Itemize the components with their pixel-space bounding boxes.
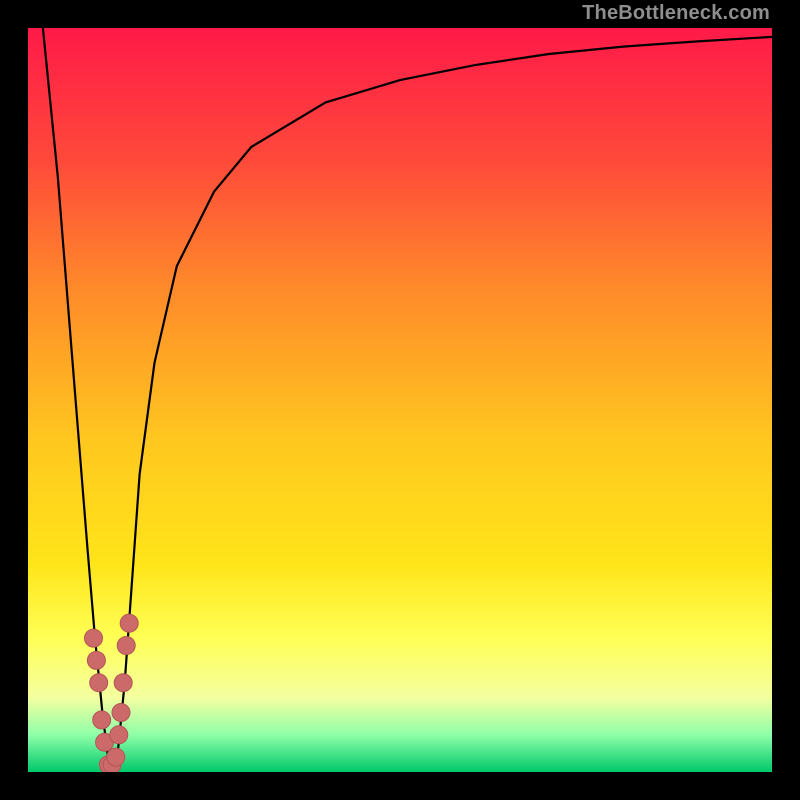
marker-point bbox=[87, 651, 105, 669]
marker-point bbox=[117, 637, 135, 655]
bottleneck-curve bbox=[28, 28, 772, 772]
marker-point bbox=[114, 674, 132, 692]
marker-point bbox=[112, 704, 130, 722]
chart-frame: TheBottleneck.com bbox=[0, 0, 800, 800]
watermark: TheBottleneck.com bbox=[582, 2, 770, 25]
marker-point bbox=[85, 629, 103, 647]
plot-area bbox=[28, 28, 772, 772]
marker-point bbox=[110, 726, 128, 744]
marker-point bbox=[120, 614, 138, 632]
marker-point bbox=[90, 674, 108, 692]
marker-point bbox=[93, 711, 111, 729]
highlight-cluster bbox=[85, 614, 139, 772]
marker-point bbox=[107, 748, 125, 766]
